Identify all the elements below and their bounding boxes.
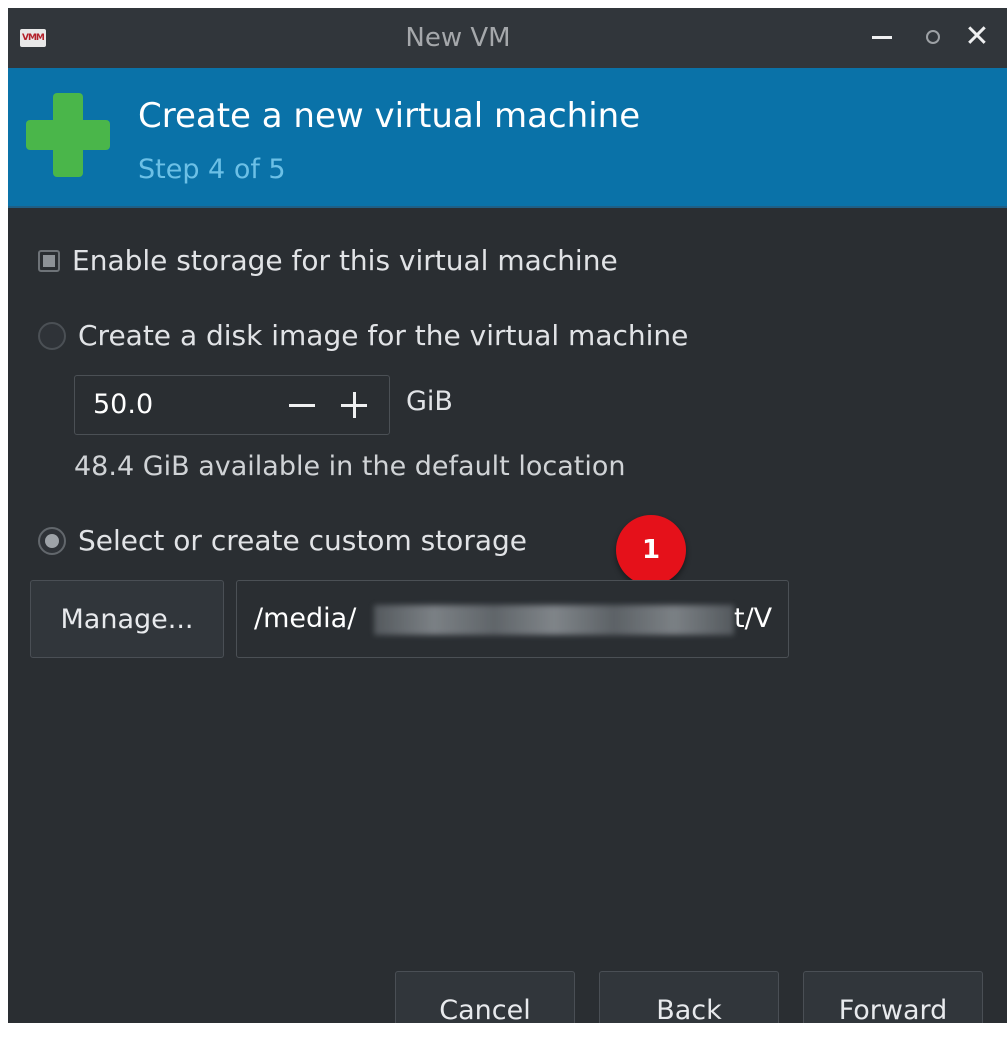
minimize-icon[interactable]: [868, 22, 898, 52]
disk-image-label: Create a disk image for the virtual mach…: [78, 319, 689, 352]
radio-selected-icon[interactable]: [38, 526, 66, 555]
back-button[interactable]: Back: [599, 971, 779, 1023]
close-icon[interactable]: ✕: [962, 22, 992, 52]
manage-button[interactable]: Manage...: [30, 580, 224, 658]
title-bar: VMM New VM ✕: [8, 8, 1007, 68]
wizard-header: Create a new virtual machine Step 4 of 5: [8, 68, 1007, 208]
available-space-text: 48.4 GiB available in the default locati…: [74, 451, 626, 482]
disk-image-radio[interactable]: Create a disk image for the virtual mach…: [38, 319, 688, 352]
radio-unselected-icon[interactable]: [38, 321, 66, 350]
maximize-icon[interactable]: [918, 22, 948, 52]
wizard-title: Create a new virtual machine: [138, 96, 641, 136]
disk-size-value[interactable]: 50.0: [93, 376, 153, 434]
minus-icon[interactable]: [287, 390, 317, 420]
enable-storage-checkbox[interactable]: Enable storage for this virtual machine: [38, 244, 618, 277]
enable-storage-label: Enable storage for this virtual machine: [72, 244, 618, 277]
storage-path-input[interactable]: /media/ t/V: [236, 580, 789, 658]
plus-small-icon[interactable]: [339, 390, 369, 420]
annotation-badge: 1: [616, 515, 686, 585]
storage-page: Enable storage for this virtual machine …: [8, 208, 1007, 1023]
wizard-step: Step 4 of 5: [138, 154, 286, 185]
new-vm-window: VMM New VM ✕ Create a new virtual machin…: [8, 8, 1007, 1023]
path-prefix: /media/: [254, 603, 357, 634]
size-unit-label: GiB: [406, 386, 453, 417]
checkbox-checked-icon[interactable]: [38, 249, 60, 272]
disk-size-spinbox[interactable]: 50.0: [74, 375, 390, 435]
redacted-path-segment: [374, 605, 734, 635]
window-title: New VM: [405, 23, 511, 53]
plus-icon: [26, 93, 110, 177]
cancel-button[interactable]: Cancel: [395, 971, 575, 1023]
custom-storage-radio[interactable]: Select or create custom storage: [38, 524, 527, 557]
custom-storage-label: Select or create custom storage: [78, 524, 527, 557]
forward-button[interactable]: Forward: [803, 971, 983, 1023]
path-suffix: t/V: [734, 603, 773, 634]
